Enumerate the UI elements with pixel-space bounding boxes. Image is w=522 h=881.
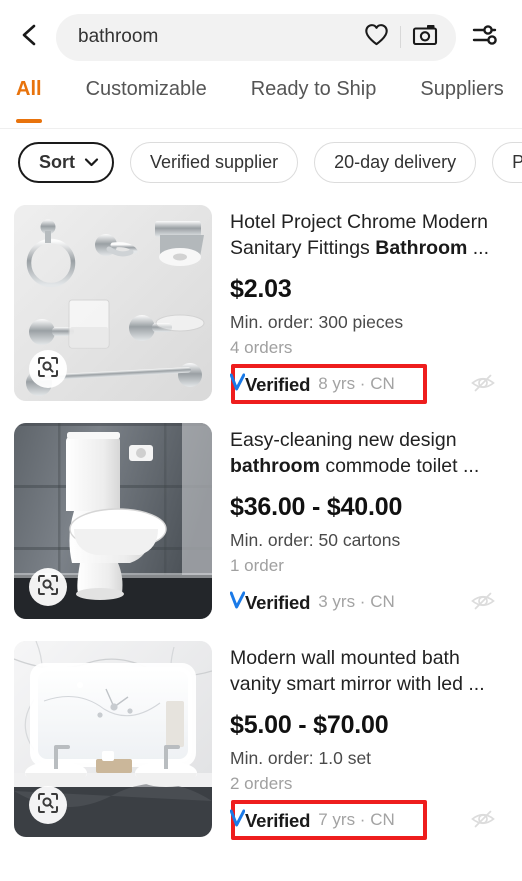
product-info: Easy-cleaning new design bathroom commod… <box>212 423 508 619</box>
verified-label: Verified <box>245 374 311 395</box>
verified-supplier-chip-label: Verified supplier <box>150 151 279 172</box>
visual-search-icon <box>37 792 59 819</box>
camera-icon <box>412 23 438 52</box>
visual-search-button[interactable] <box>29 350 67 388</box>
table-row[interactable]: Modern wall mounted bath vanity smart mi… <box>0 631 522 849</box>
category-tabs: All Customizable Ready to Ship Suppliers <box>0 74 522 129</box>
product-min-order: Min. order: 50 cartons <box>230 530 401 550</box>
search-icon-divider <box>400 26 401 48</box>
supplier-meta: 8 yrs · CN <box>318 374 395 393</box>
product-title: Modern wall mounted bath vanity smart mi… <box>230 645 508 697</box>
product-order-count: 4 orders <box>230 338 293 357</box>
tab-all-label: All <box>16 78 42 100</box>
chevron-left-icon <box>18 22 42 53</box>
product-order-count: 1 order <box>230 556 284 575</box>
back-button[interactable] <box>8 15 52 59</box>
tab-ready-to-ship[interactable]: Ready to Ship <box>251 74 377 101</box>
search-query-text: bathroom <box>78 26 159 47</box>
search-input[interactable]: bathroom <box>56 13 456 61</box>
filter-chips-row: Sort Verified supplier 20-day delivery P <box>0 129 522 195</box>
product-thumbnail[interactable] <box>14 423 212 619</box>
delivery-chip-label: 20-day delivery <box>334 151 457 172</box>
verified-check-icon <box>230 590 245 609</box>
overflow-chip[interactable]: P <box>492 141 522 183</box>
product-title-prefix: Easy-cleaning new design <box>230 429 457 451</box>
wishlist-button[interactable] <box>359 20 393 54</box>
product-title-highlight: Bathroom <box>375 237 468 259</box>
product-title-suffix: commode toilet ... <box>319 455 480 477</box>
visual-search-button[interactable] <box>29 568 67 606</box>
sort-chip-label: Sort <box>39 151 75 172</box>
supplier-badge-row: Verified 3 yrs · CN <box>230 588 508 616</box>
tab-suppliers-label: Suppliers <box>420 78 504 100</box>
verified-check-icon <box>230 808 245 827</box>
search-header: bathroom <box>0 0 522 74</box>
visual-search-icon <box>37 356 59 383</box>
delivery-chip[interactable]: 20-day delivery <box>314 141 477 183</box>
product-results-list: Hotel Project Chrome Modern Sanitary Fit… <box>0 195 522 849</box>
product-thumbnail[interactable] <box>14 205 212 401</box>
eye-off-icon[interactable] <box>470 808 496 835</box>
product-title-prefix: Modern wall mounted bath vanity smart mi… <box>230 647 485 695</box>
tab-customizable-label: Customizable <box>85 78 207 100</box>
product-price: $5.00 - $70.00 <box>230 711 389 739</box>
visual-search-button[interactable] <box>29 786 67 824</box>
supplier-meta: 7 yrs · CN <box>318 810 395 829</box>
product-price: $36.00 - $40.00 <box>230 493 403 521</box>
filter-settings-button[interactable] <box>462 15 508 59</box>
product-title-highlight: bathroom <box>230 455 320 477</box>
sort-chip[interactable]: Sort <box>18 141 114 183</box>
product-price: $2.03 <box>230 275 292 303</box>
verified-supplier-chip[interactable]: Verified supplier <box>130 141 299 183</box>
overflow-chip-label: P <box>512 151 522 172</box>
visual-search-icon <box>37 574 59 601</box>
chevron-down-icon <box>84 157 99 167</box>
supplier-meta: 3 yrs · CN <box>318 592 395 611</box>
verified-check-icon <box>230 372 245 391</box>
product-min-order: Min. order: 1.0 set <box>230 748 372 768</box>
search-results-screen: bathroom All Customizable Ready to Ship … <box>0 0 522 881</box>
status-badge: Verified <box>230 808 310 832</box>
status-badge: Verified <box>230 590 310 614</box>
eye-off-icon[interactable] <box>470 372 496 399</box>
table-row[interactable]: Easy-cleaning new design bathroom commod… <box>0 413 522 631</box>
product-info: Modern wall mounted bath vanity smart mi… <box>212 641 508 840</box>
verified-label: Verified <box>245 592 311 613</box>
supplier-badge-row: Verified 7 yrs · CN <box>230 800 508 840</box>
tab-suppliers[interactable]: Suppliers <box>420 74 503 101</box>
tab-customizable[interactable]: Customizable <box>86 74 207 101</box>
tabs-bottom-border <box>0 128 522 129</box>
eye-off-icon[interactable] <box>470 590 496 617</box>
product-title: Hotel Project Chrome Modern Sanitary Fit… <box>230 209 508 261</box>
product-thumbnail[interactable] <box>14 641 212 837</box>
heart-icon <box>364 23 389 51</box>
product-title: Easy-cleaning new design bathroom commod… <box>230 427 508 479</box>
status-badge: Verified <box>230 372 310 396</box>
tab-ready-to-ship-label: Ready to Ship <box>250 78 377 100</box>
product-info: Hotel Project Chrome Modern Sanitary Fit… <box>212 205 508 404</box>
sliders-icon <box>471 22 499 53</box>
verified-label: Verified <box>245 810 311 831</box>
supplier-badge-row: Verified 8 yrs · CN <box>230 364 508 404</box>
table-row[interactable]: Hotel Project Chrome Modern Sanitary Fit… <box>0 195 522 413</box>
product-title-suffix: ... <box>467 237 489 259</box>
tab-all[interactable]: All <box>16 74 42 123</box>
product-min-order: Min. order: 300 pieces <box>230 312 404 332</box>
product-order-count: 2 orders <box>230 774 293 793</box>
image-search-button[interactable] <box>408 20 442 54</box>
